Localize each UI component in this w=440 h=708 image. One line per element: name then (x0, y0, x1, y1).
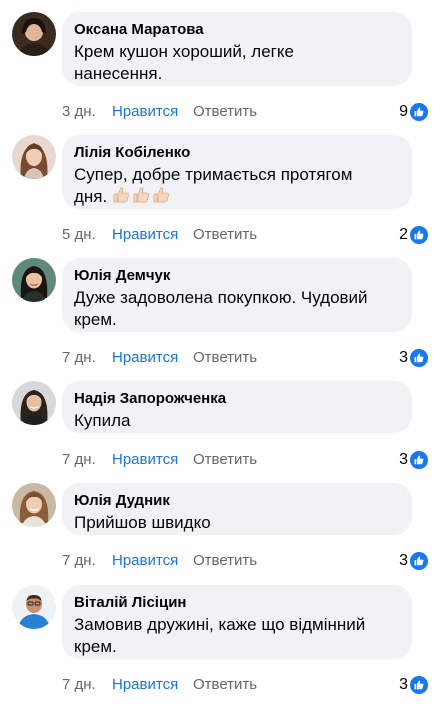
reply-button[interactable]: Ответить (193, 450, 257, 470)
avatar[interactable] (12, 585, 56, 629)
comment-meta: 7 дн. Нравится Ответить 3 (62, 551, 430, 571)
comment-bubble: Юлія Демчук Дуже задоволена покупкою. Чу… (62, 258, 412, 332)
comment-time[interactable]: 7 дн. (62, 450, 96, 470)
comment-meta: 7 дн. Нравится Ответить 3 (62, 348, 430, 368)
comment-time[interactable]: 7 дн. (62, 551, 96, 571)
thumbs-up-icon (410, 349, 428, 367)
comment-text-line: крем. (74, 637, 117, 656)
comment-bubble: Юлія Дудник Прийшов швидко (62, 483, 412, 535)
comment-text-line: дня. (74, 186, 400, 210)
reply-button[interactable]: Ответить (193, 675, 257, 695)
comment-text-line: Купила (74, 411, 131, 430)
reply-button[interactable]: Ответить (193, 225, 257, 245)
comment-text-line: Крем кушон хороший, легке (74, 42, 294, 61)
comment-author[interactable]: Оксана Маратова (74, 20, 400, 39)
thumbs-up-icon (410, 103, 428, 121)
reaction-count[interactable]: 3 (399, 551, 428, 571)
comment-time[interactable]: 7 дн. (62, 675, 96, 695)
thumbs-up-icon (410, 226, 428, 244)
comment-meta: 7 дн. Нравится Ответить 3 (62, 450, 430, 470)
reaction-count[interactable]: 3 (399, 348, 428, 368)
like-button[interactable]: Нравится (112, 348, 178, 368)
thumbs-up-icon (410, 676, 428, 694)
comment-time[interactable]: 5 дн. (62, 225, 96, 245)
reaction-count[interactable]: 2 (399, 225, 428, 245)
like-button[interactable]: Нравится (112, 225, 178, 245)
comment-text-line: Замовив дружині, каже що відмінний (74, 615, 366, 634)
reply-button[interactable]: Ответить (193, 102, 257, 122)
comment-text: Замовив дружині, каже що відмінний крем. (74, 614, 400, 658)
like-button[interactable]: Нравится (112, 551, 178, 571)
comment-bubble: Лілія Кобіленко Супер, добре тримається … (62, 135, 412, 209)
like-count: 3 (399, 349, 408, 366)
reaction-count[interactable]: 3 (399, 675, 428, 695)
avatar[interactable] (12, 258, 56, 302)
comment-bubble: Віталій Лісіцин Замовив дружині, каже що… (62, 585, 412, 659)
like-count: 2 (399, 226, 408, 243)
thumbs-up-emoji-icon (112, 186, 172, 210)
reaction-count[interactable]: 3 (399, 450, 428, 470)
comment-author[interactable]: Надія Запорожченка (74, 389, 400, 408)
avatar[interactable] (12, 381, 56, 425)
comment-text: Крем кушон хороший, легке нанесення. (74, 41, 400, 85)
reply-button[interactable]: Ответить (193, 348, 257, 368)
thumbs-up-icon (410, 451, 428, 469)
avatar[interactable] (12, 12, 56, 56)
avatar[interactable] (12, 483, 56, 527)
comment-text-line: нанесення. (74, 64, 163, 83)
like-button[interactable]: Нравится (112, 450, 178, 470)
comment-text-line: крем. (74, 310, 117, 329)
like-count: 9 (399, 103, 408, 120)
comment-text: Купила (74, 410, 400, 432)
comment-time[interactable]: 3 дн. (62, 102, 96, 122)
comment-author[interactable]: Юлія Демчук (74, 266, 400, 285)
comment-text: Прийшов швидко (74, 512, 400, 534)
avatar[interactable] (12, 135, 56, 179)
comment-meta: 5 дн. Нравится Ответить 2 (62, 225, 430, 245)
like-count: 3 (399, 676, 408, 693)
comment-author[interactable]: Лілія Кобіленко (74, 143, 400, 162)
comment-time[interactable]: 7 дн. (62, 348, 96, 368)
reply-button[interactable]: Ответить (193, 551, 257, 571)
comment-author[interactable]: Віталій Лісіцин (74, 593, 400, 612)
comment-bubble: Надія Запорожченка Купила (62, 381, 412, 433)
comment-text: Дуже задоволена покупкою. Чудовий крем. (74, 287, 400, 331)
like-count: 3 (399, 552, 408, 569)
comment-author[interactable]: Юлія Дудник (74, 491, 400, 510)
like-button[interactable]: Нравится (112, 675, 178, 695)
like-button[interactable]: Нравится (112, 102, 178, 122)
reaction-count[interactable]: 9 (399, 102, 428, 122)
comment-meta: 3 дн. Нравится Ответить 9 (62, 102, 430, 122)
like-count: 3 (399, 451, 408, 468)
comment-bubble: Оксана Маратова Крем кушон хороший, легк… (62, 12, 412, 86)
thumbs-up-icon (410, 552, 428, 570)
comment-text-fragment: дня. (74, 187, 108, 206)
comment-text-line: Супер, добре тримається протягом (74, 165, 353, 184)
comment-text: Супер, добре тримається протягом дня. (74, 164, 400, 210)
comment-text-line: Дуже задоволена покупкою. Чудовий (74, 288, 368, 307)
comment-meta: 7 дн. Нравится Ответить 3 (62, 675, 430, 695)
comment-text-line: Прийшов швидко (74, 513, 211, 532)
